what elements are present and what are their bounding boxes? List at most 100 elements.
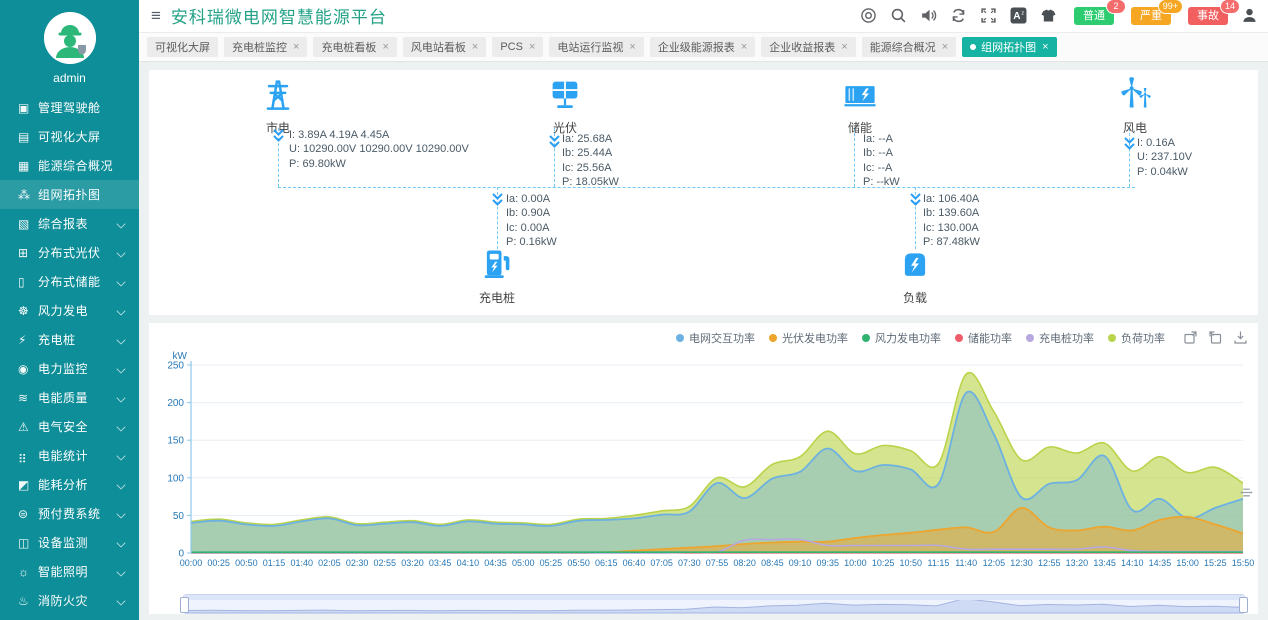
svg-text:13:20: 13:20 xyxy=(1066,558,1089,568)
tab-close-icon[interactable]: × xyxy=(1042,41,1048,53)
sidebar-item-topology[interactable]: ⁂ 组网拓扑图 xyxy=(0,180,139,209)
tab-close-icon[interactable]: × xyxy=(293,41,299,53)
at-circle-icon[interactable] xyxy=(860,7,877,24)
zoom-restore-icon[interactable] xyxy=(1208,330,1223,345)
legend-item[interactable]: 储能功率 xyxy=(955,330,1012,346)
sidebar-item-power-quality[interactable]: ≋ 电能质量 xyxy=(0,383,139,412)
sidebar-item-wind-power[interactable]: ☸ 风力发电 xyxy=(0,296,139,325)
sidebar-item-distributed-ess[interactable]: ▯ 分布式储能 xyxy=(0,267,139,296)
avatar[interactable] xyxy=(44,12,96,64)
tab-close-icon[interactable]: × xyxy=(382,41,388,53)
distributed-ess-icon: ▯ xyxy=(18,275,38,289)
datazoom-left-handle[interactable] xyxy=(180,597,189,613)
solar-panel-icon xyxy=(547,99,583,116)
tab[interactable]: PCS × xyxy=(492,37,543,57)
legend-item[interactable]: 电网交互功率 xyxy=(676,330,755,346)
alarm-badge-accident[interactable]: 事故 14 xyxy=(1188,7,1228,25)
legend-label: 负荷功率 xyxy=(1121,330,1165,346)
datazoom-preview xyxy=(184,595,1244,613)
tab[interactable]: 风电站看板 × xyxy=(403,37,486,57)
legend-dot-icon xyxy=(1026,334,1034,342)
tab-close-icon[interactable]: × xyxy=(472,41,478,53)
sidebar-item-label: 电力监控 xyxy=(38,360,117,377)
sidebar-item-power-monitor[interactable]: ◉ 电力监控 xyxy=(0,354,139,383)
svg-text:03:45: 03:45 xyxy=(429,558,452,568)
sidebar-item-smart-lighting[interactable]: ☼ 智能照明 xyxy=(0,557,139,586)
tab[interactable]: 企业收益报表 × xyxy=(761,37,855,57)
chevron-down-icon xyxy=(116,567,125,576)
node-load[interactable]: 负载 xyxy=(855,246,975,306)
alarm-badge-serious[interactable]: 严重 99+ xyxy=(1131,7,1171,25)
sidebar-item-electric-safety[interactable]: ⚠ 电气安全 xyxy=(0,412,139,441)
legend-item[interactable]: 风力发电功率 xyxy=(862,330,941,346)
legend-item[interactable]: 负荷功率 xyxy=(1108,330,1165,346)
badge-count: 99+ xyxy=(1158,0,1183,14)
save-image-icon[interactable] xyxy=(1233,330,1248,345)
tab[interactable]: 电站运行监视 × xyxy=(549,37,643,57)
tab-label: 电站运行监视 xyxy=(557,39,623,55)
zoom-select-icon[interactable] xyxy=(1183,330,1198,345)
node-wind[interactable]: 风电 xyxy=(1075,76,1195,136)
topology-bus-line xyxy=(278,187,1135,188)
sidebar-item-dashboard[interactable]: ▣ 管理驾驶舱 xyxy=(0,93,139,122)
legend-item[interactable]: 光伏发电功率 xyxy=(769,330,848,346)
tab[interactable]: 充电桩看板 × xyxy=(313,37,396,57)
translate-icon[interactable]: Az xyxy=(1010,7,1027,24)
sidebar-item-charging-pile[interactable]: ⚡ 充电桩 xyxy=(0,325,139,354)
legend-item[interactable]: 充电桩功率 xyxy=(1026,330,1094,346)
energy-analysis-icon: ◩ xyxy=(18,478,38,492)
chart-settings-handle-icon[interactable] xyxy=(1239,485,1254,500)
power-area-chart[interactable]: 050100150200250kW00:0000:2500:5001:1501:… xyxy=(155,349,1252,590)
report-icon: ▧ xyxy=(18,217,38,231)
node-charger[interactable]: 充电桩 xyxy=(437,246,557,306)
sidebar-item-label: 电气安全 xyxy=(38,418,117,435)
sidebar-item-report[interactable]: ▧ 综合报表 xyxy=(0,209,139,238)
volume-icon[interactable] xyxy=(920,7,937,24)
sidebar-item-device-monitor[interactable]: ◫ 设备监测 xyxy=(0,528,139,557)
sidebar-item-big-screen[interactable]: ▤ 可视化大屏 xyxy=(0,122,139,151)
wind-power-icon: ☸ xyxy=(18,304,38,318)
tab-close-icon[interactable]: × xyxy=(841,41,847,53)
tab-close-icon[interactable]: × xyxy=(629,41,635,53)
sidebar-item-label: 预付费系统 xyxy=(38,505,117,522)
svg-text:10:50: 10:50 xyxy=(900,558,923,568)
topology-icon: ⁂ xyxy=(18,188,38,202)
tab-close-icon[interactable]: × xyxy=(741,41,747,53)
hamburger-menu-icon[interactable]: ≡ xyxy=(151,7,161,24)
svg-text:00:25: 00:25 xyxy=(207,558,230,568)
tab[interactable]: 企业级能源报表 × xyxy=(650,37,755,57)
reading-line: Ic: --A xyxy=(863,161,900,176)
datazoom-right-handle[interactable] xyxy=(1239,597,1248,613)
chevron-down-icon xyxy=(116,219,125,228)
tab-close-icon[interactable]: × xyxy=(529,41,535,53)
user-icon[interactable] xyxy=(1241,7,1258,24)
sidebar-item-energy-analysis[interactable]: ◩ 能耗分析 xyxy=(0,470,139,499)
legend-dot-icon xyxy=(769,334,777,342)
svg-text:15:25: 15:25 xyxy=(1204,558,1227,568)
sidebar-item-energy-overview[interactable]: ▦ 能源综合概况 xyxy=(0,151,139,180)
tab[interactable]: 充电桩监控 × xyxy=(224,37,307,57)
refresh-icon[interactable] xyxy=(950,7,967,24)
tab-close-icon[interactable]: × xyxy=(942,41,948,53)
node-pv[interactable]: 光伏 xyxy=(505,76,625,136)
smart-lighting-icon: ☼ xyxy=(18,565,38,579)
sidebar-item-energy-stats[interactable]: ⣶ 电能统计 xyxy=(0,441,139,470)
tab[interactable]: 能源综合概况 × xyxy=(862,37,956,57)
fullscreen-icon[interactable] xyxy=(980,7,997,24)
node-storage[interactable]: 储能 xyxy=(800,76,920,136)
sidebar-item-distributed-pv[interactable]: ⊞ 分布式光伏 xyxy=(0,238,139,267)
tab[interactable]: 可视化大屏 xyxy=(147,37,218,57)
sidebar-item-fire-alarm[interactable]: ♨ 消防火灾 xyxy=(0,586,139,615)
tab-label: 充电桩监控 xyxy=(232,39,287,55)
node-grid[interactable]: 市电 xyxy=(218,76,338,136)
chevron-down-icon xyxy=(116,596,125,605)
datazoom-slider[interactable] xyxy=(183,594,1245,614)
alarm-badge-normal[interactable]: 普通 2 xyxy=(1074,7,1114,25)
theme-shirt-icon[interactable] xyxy=(1040,7,1057,24)
node-readings-grid: I: 3.89A 4.19A 4.45AU: 10290.00V 10290.0… xyxy=(289,128,469,172)
sidebar-item-label: 设备监测 xyxy=(38,534,117,551)
search-icon[interactable] xyxy=(890,7,907,24)
sidebar-item-prepaid-system[interactable]: ⊜ 预付费系统 xyxy=(0,499,139,528)
user-block: admin xyxy=(0,0,139,85)
tab[interactable]: 组网拓扑图 × xyxy=(962,37,1056,57)
